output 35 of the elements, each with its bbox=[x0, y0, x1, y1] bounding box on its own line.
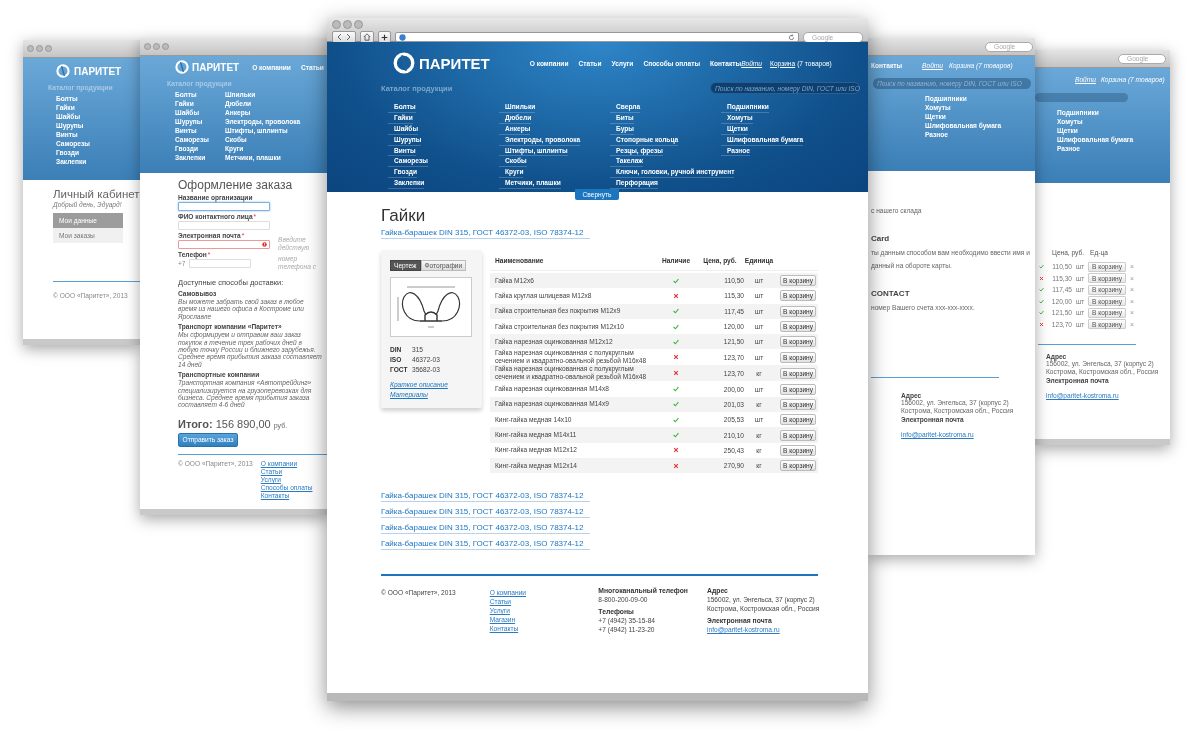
page-title: Оформление заказа bbox=[178, 178, 294, 192]
total-value: 156 890,00 bbox=[215, 417, 271, 430]
window-controls[interactable] bbox=[27, 45, 52, 52]
back-forward-icon bbox=[336, 33, 352, 41]
window-controls[interactable] bbox=[144, 43, 169, 50]
input-field[interactable] bbox=[178, 240, 270, 249]
input-field[interactable] bbox=[188, 259, 251, 268]
product-link[interactable]: Гайка-барашек DIN 315, ГОСТ 46372-03, ISO 78374-12 bbox=[381, 490, 590, 503]
logo-icon bbox=[393, 52, 415, 74]
globe-icon bbox=[399, 33, 406, 41]
page-title: Гайки bbox=[381, 206, 427, 226]
page-title: Личный кабинет bbox=[53, 188, 140, 200]
product-link[interactable]: Гайка-барашек DIN 315, ГОСТ 46372-03, ISO 78374-12 bbox=[381, 506, 590, 519]
input-field[interactable] bbox=[178, 202, 270, 211]
add-tab-button[interactable] bbox=[378, 31, 391, 43]
product-link[interactable]: Гайка-барашек DIN 315, ГОСТ 46372-03, ISO 78374-12 bbox=[381, 227, 590, 239]
search-field[interactable] bbox=[1035, 93, 1128, 102]
logo-text: ПАРИТЕТ bbox=[192, 61, 240, 73]
home-icon bbox=[363, 33, 371, 41]
home-button[interactable] bbox=[360, 31, 374, 43]
reload-icon[interactable] bbox=[788, 33, 795, 41]
product-link[interactable]: Гайка-барашек DIN 315, ГОСТ 46372-03, ISO 78374-12 bbox=[381, 522, 590, 535]
logo-icon bbox=[175, 60, 189, 74]
section-heading: CONTACT bbox=[871, 289, 911, 298]
logo-text: ПАРИТЕТ bbox=[74, 65, 122, 77]
back-forward-button[interactable] bbox=[332, 31, 356, 43]
product-link[interactable]: Гайка-барашек DIN 315, ГОСТ 46372-03, ISO 78374-12 bbox=[381, 538, 590, 551]
logo-text: ПАРИТЕТ bbox=[419, 54, 490, 72]
logo-icon bbox=[56, 64, 70, 78]
error-icon bbox=[262, 242, 267, 247]
address-field[interactable] bbox=[395, 32, 799, 42]
plus-icon bbox=[381, 33, 388, 41]
section-heading: Card bbox=[871, 234, 891, 243]
input-field[interactable] bbox=[178, 221, 270, 230]
total-label: Итого: bbox=[178, 417, 213, 430]
